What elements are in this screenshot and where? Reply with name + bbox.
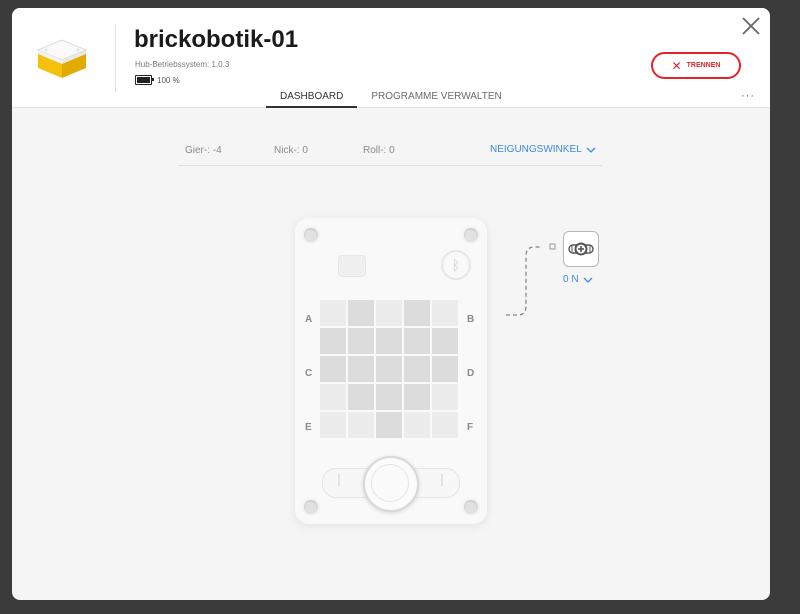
hub-name: brickobotik-01 — [134, 26, 299, 53]
close-button[interactable] — [739, 14, 763, 38]
hub-header: brickobotik-01 Hub-Betriebssystem: 1.0.3… — [12, 8, 770, 108]
disconnect-label: TRENNEN — [686, 62, 721, 69]
battery-icon — [135, 75, 154, 85]
matrix-pixel — [376, 356, 402, 382]
tab-dashboard[interactable]: DASHBOARD — [266, 90, 358, 108]
hub-connection-modal: brickobotik-01 Hub-Betriebssystem: 1.0.3… — [12, 8, 770, 600]
more-options-button[interactable]: ··· — [741, 90, 755, 102]
port-label-d: D — [467, 368, 475, 379]
os-version: Hub-Betriebssystem: 1.0.3 — [135, 60, 230, 69]
matrix-pixel — [404, 412, 430, 438]
port-label-e: E — [305, 422, 312, 433]
left-button-icon — [338, 474, 340, 486]
hub-corner-screw — [302, 498, 320, 516]
hub-corner-screw — [462, 498, 480, 516]
force-sensor-widget[interactable] — [563, 231, 599, 267]
hub-corner-screw — [462, 226, 480, 244]
matrix-pixel — [432, 300, 458, 326]
right-button[interactable] — [435, 466, 449, 494]
matrix-pixel — [348, 412, 374, 438]
sensor-value-dropdown[interactable]: 0 N — [563, 274, 593, 285]
bluetooth-icon: ᛒ — [451, 257, 461, 273]
matrix-pixel — [376, 412, 402, 438]
header-divider — [115, 24, 116, 92]
hub-visual: ᛒ A B C D E F — [295, 218, 487, 524]
left-button[interactable] — [332, 466, 346, 494]
battery-level: 100 % — [157, 75, 180, 85]
matrix-pixel — [348, 300, 374, 326]
sensor-value: 0 N — [563, 274, 579, 285]
port-label-a: A — [305, 314, 313, 325]
matrix-pixel — [320, 300, 346, 326]
matrix-pixel — [432, 328, 458, 354]
matrix-pixel — [320, 328, 346, 354]
chevron-down-icon — [583, 277, 593, 283]
light-matrix — [320, 300, 460, 440]
pitch-value: Nick-: 0 — [274, 145, 308, 156]
battery-status: 100 % — [135, 75, 180, 85]
matrix-pixel — [376, 328, 402, 354]
close-icon — [742, 17, 760, 35]
matrix-pixel — [432, 412, 458, 438]
center-button[interactable] — [363, 456, 419, 512]
tilt-mode-dropdown[interactable]: NEIGUNGSWINKEL — [490, 144, 596, 155]
matrix-pixel — [320, 356, 346, 382]
matrix-pixel — [404, 300, 430, 326]
matrix-pixel — [320, 412, 346, 438]
matrix-pixel — [348, 328, 374, 354]
force-sensor-icon — [568, 242, 594, 256]
matrix-pixel — [404, 356, 430, 382]
matrix-pixel — [404, 328, 430, 354]
matrix-pixel — [348, 356, 374, 382]
matrix-pixel — [348, 384, 374, 410]
port-label-c: C — [305, 368, 313, 379]
port-cable — [506, 243, 556, 316]
hub-tabs: DASHBOARD PROGRAMME VERWALTEN — [266, 90, 516, 108]
matrix-pixel — [432, 384, 458, 410]
disconnect-x-icon: ✕ — [671, 58, 682, 73]
matrix-pixel — [432, 356, 458, 382]
hub-thumbnail-icon — [36, 39, 88, 78]
hub-status-light — [338, 255, 366, 277]
matrix-pixel — [404, 384, 430, 410]
right-button-icon — [441, 474, 443, 486]
yaw-value: Gier-: -4 — [185, 145, 222, 156]
bluetooth-button[interactable]: ᛒ — [441, 250, 471, 280]
port-label-f: F — [467, 422, 474, 433]
matrix-pixel — [376, 300, 402, 326]
angle-readout-bar: Gier-: -4 Nick-: 0 Roll-: 0 NEIGUNGSWINK… — [178, 138, 602, 166]
roll-value: Roll-: 0 — [363, 145, 395, 156]
matrix-pixel — [376, 384, 402, 410]
tab-manage-programs[interactable]: PROGRAMME VERWALTEN — [357, 90, 515, 106]
port-label-b: B — [467, 314, 475, 325]
matrix-pixel — [320, 384, 346, 410]
tilt-mode-label: NEIGUNGSWINKEL — [490, 144, 582, 155]
chevron-down-icon — [586, 147, 596, 153]
disconnect-button[interactable]: ✕ TRENNEN — [651, 52, 741, 79]
hub-corner-screw — [302, 226, 320, 244]
